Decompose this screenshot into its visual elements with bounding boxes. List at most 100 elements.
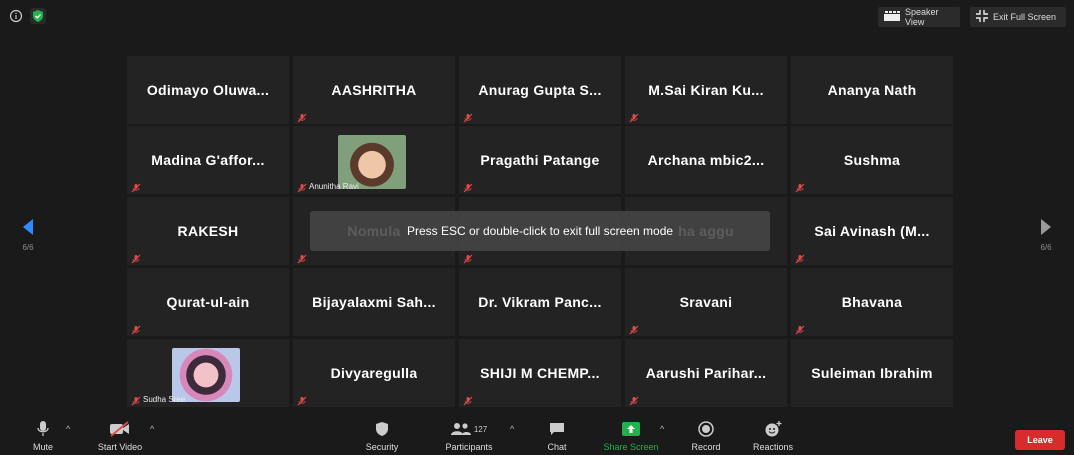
participant-name: Ananya Nath xyxy=(827,82,917,98)
participant-tile[interactable]: Sai Avinash (M... xyxy=(791,197,953,265)
leave-button[interactable]: Leave xyxy=(1015,430,1065,450)
next-page-button[interactable]: 6/6 xyxy=(1036,218,1056,252)
participant-tile[interactable]: Dr. Vikram Panc... xyxy=(459,268,621,336)
participant-tile[interactable]: Anunitha Ravi xyxy=(293,126,455,194)
muted-microphone-icon xyxy=(629,393,639,406)
speaker-view-icon xyxy=(884,11,900,23)
microphone-icon xyxy=(36,420,50,438)
participant-avatar xyxy=(172,348,240,402)
speaker-view-label: Speaker View xyxy=(905,7,939,27)
muted-microphone-icon xyxy=(463,110,473,123)
arrow-right-icon xyxy=(1041,219,1051,235)
chat-label: Chat xyxy=(547,442,567,452)
participant-tile[interactable]: Qurat-ul-ain xyxy=(127,268,289,336)
audio-options-caret-icon[interactable]: ^ xyxy=(66,424,70,434)
participant-tile[interactable]: Pragathi Patange xyxy=(459,126,621,194)
participant-tile[interactable]: Sudha Sree xyxy=(127,339,289,407)
info-circle-icon[interactable] xyxy=(8,8,24,24)
muted-microphone-icon xyxy=(463,393,473,406)
participants-count: 127 xyxy=(473,424,488,434)
participant-name: Bijayalaxmi Sah... xyxy=(312,294,436,310)
share-screen-button[interactable]: Share Screen xyxy=(596,420,666,452)
participant-name: Bhavana xyxy=(841,294,903,310)
participants-button[interactable]: 127 Participants xyxy=(434,420,504,452)
shield-icon xyxy=(374,420,390,438)
participant-tile[interactable]: M.Sai Kiran Ku... xyxy=(625,56,787,124)
muted-microphone-icon xyxy=(629,110,639,123)
participant-name: Aarushi Parihar... xyxy=(645,365,767,381)
participant-tile[interactable]: Ananya Nath xyxy=(791,56,953,124)
participant-name: Anurag Gupta S... xyxy=(478,82,602,98)
participant-name: Pragathi Patange xyxy=(480,152,600,168)
page-indicator-left: 6/6 xyxy=(22,243,34,252)
participant-tile[interactable]: SHIJI M CHEMP... xyxy=(459,339,621,407)
video-off-icon xyxy=(109,420,131,438)
arrow-left-icon xyxy=(23,219,33,235)
exit-full-screen-button[interactable]: Exit Full Screen xyxy=(970,7,1066,27)
muted-microphone-icon xyxy=(795,322,805,335)
shield-check-icon[interactable] xyxy=(30,8,46,24)
participants-options-caret-icon[interactable]: ^ xyxy=(510,424,514,434)
participants-icon xyxy=(450,423,471,435)
top-bar: Speaker View Exit Full Screen xyxy=(0,0,1074,34)
participant-tile[interactable]: Bhavana xyxy=(791,268,953,336)
participant-tile[interactable]: Sushma xyxy=(791,126,953,194)
participant-tile[interactable]: Odimayo Oluwa... xyxy=(127,56,289,124)
start-video-label: Start Video xyxy=(97,442,143,452)
previous-page-button[interactable]: 6/6 xyxy=(18,218,38,252)
participant-name: SHIJI M CHEMP... xyxy=(480,365,600,381)
meeting-toolbar: Mute ^ Start Video ^ Security 127 Partic… xyxy=(0,416,1074,455)
start-video-button[interactable]: Start Video xyxy=(85,420,155,452)
participant-name: Suleiman Ibrahim xyxy=(811,365,933,381)
share-screen-icon xyxy=(622,420,640,438)
participant-tile[interactable]: RAKESH xyxy=(127,197,289,265)
muted-microphone-icon xyxy=(629,322,639,335)
chat-button[interactable]: Chat xyxy=(522,420,592,452)
muted-microphone-icon xyxy=(297,180,307,193)
participant-name: Divyaregulla xyxy=(330,365,418,381)
security-button[interactable]: Security xyxy=(347,420,417,452)
participant-tile[interactable]: Bijayalaxmi Sah... xyxy=(293,268,455,336)
participant-name: Sravani xyxy=(679,294,733,310)
video-options-caret-icon[interactable]: ^ xyxy=(150,424,154,434)
chat-bubble-icon xyxy=(549,420,565,438)
muted-microphone-icon xyxy=(795,251,805,264)
muted-microphone-icon xyxy=(131,393,141,406)
muted-microphone-icon xyxy=(463,180,473,193)
participant-tile[interactable]: Divyaregulla xyxy=(293,339,455,407)
record-label: Record xyxy=(691,442,721,452)
reactions-smiley-icon xyxy=(764,420,782,438)
participants-icon-group: 127 xyxy=(450,420,488,438)
participant-name: Dr. Vikram Panc... xyxy=(478,294,602,310)
reactions-button[interactable]: Reactions xyxy=(738,420,808,452)
participant-name: M.Sai Kiran Ku... xyxy=(648,82,764,98)
full-screen-toast: Press ESC or double-click to exit full s… xyxy=(310,211,770,251)
mute-label: Mute xyxy=(32,442,53,452)
share-options-caret-icon[interactable]: ^ xyxy=(660,424,664,434)
participant-tile[interactable]: Anurag Gupta S... xyxy=(459,56,621,124)
participant-avatar xyxy=(338,135,406,189)
participant-name: Madina G'affor... xyxy=(151,152,265,168)
exit-full-screen-icon xyxy=(976,10,988,24)
participant-name: Sai Avinash (M... xyxy=(814,223,930,239)
participant-name: Archana mbic2... xyxy=(647,152,765,168)
security-label: Security xyxy=(365,442,399,452)
participant-tile[interactable]: Sravani xyxy=(625,268,787,336)
participant-tile[interactable]: Archana mbic2... xyxy=(625,126,787,194)
muted-microphone-icon xyxy=(297,110,307,123)
participant-name: AASHRITHA xyxy=(331,82,417,98)
muted-microphone-icon xyxy=(297,251,307,264)
record-icon xyxy=(698,420,714,438)
participant-tile[interactable]: AASHRITHA xyxy=(293,56,455,124)
participant-tile[interactable]: Aarushi Parihar... xyxy=(625,339,787,407)
participant-name: Sudha Sree xyxy=(143,395,186,404)
record-button[interactable]: Record xyxy=(671,420,741,452)
participant-tile[interactable]: Madina G'affor... xyxy=(127,126,289,194)
participant-tile[interactable]: Suleiman Ibrahim xyxy=(791,339,953,407)
participants-label: Participants xyxy=(445,442,493,452)
muted-microphone-icon xyxy=(131,180,141,193)
muted-microphone-icon xyxy=(795,180,805,193)
page-indicator-right: 6/6 xyxy=(1040,243,1052,252)
participant-name: RAKESH xyxy=(177,223,239,239)
speaker-view-button[interactable]: Speaker View xyxy=(878,7,960,27)
